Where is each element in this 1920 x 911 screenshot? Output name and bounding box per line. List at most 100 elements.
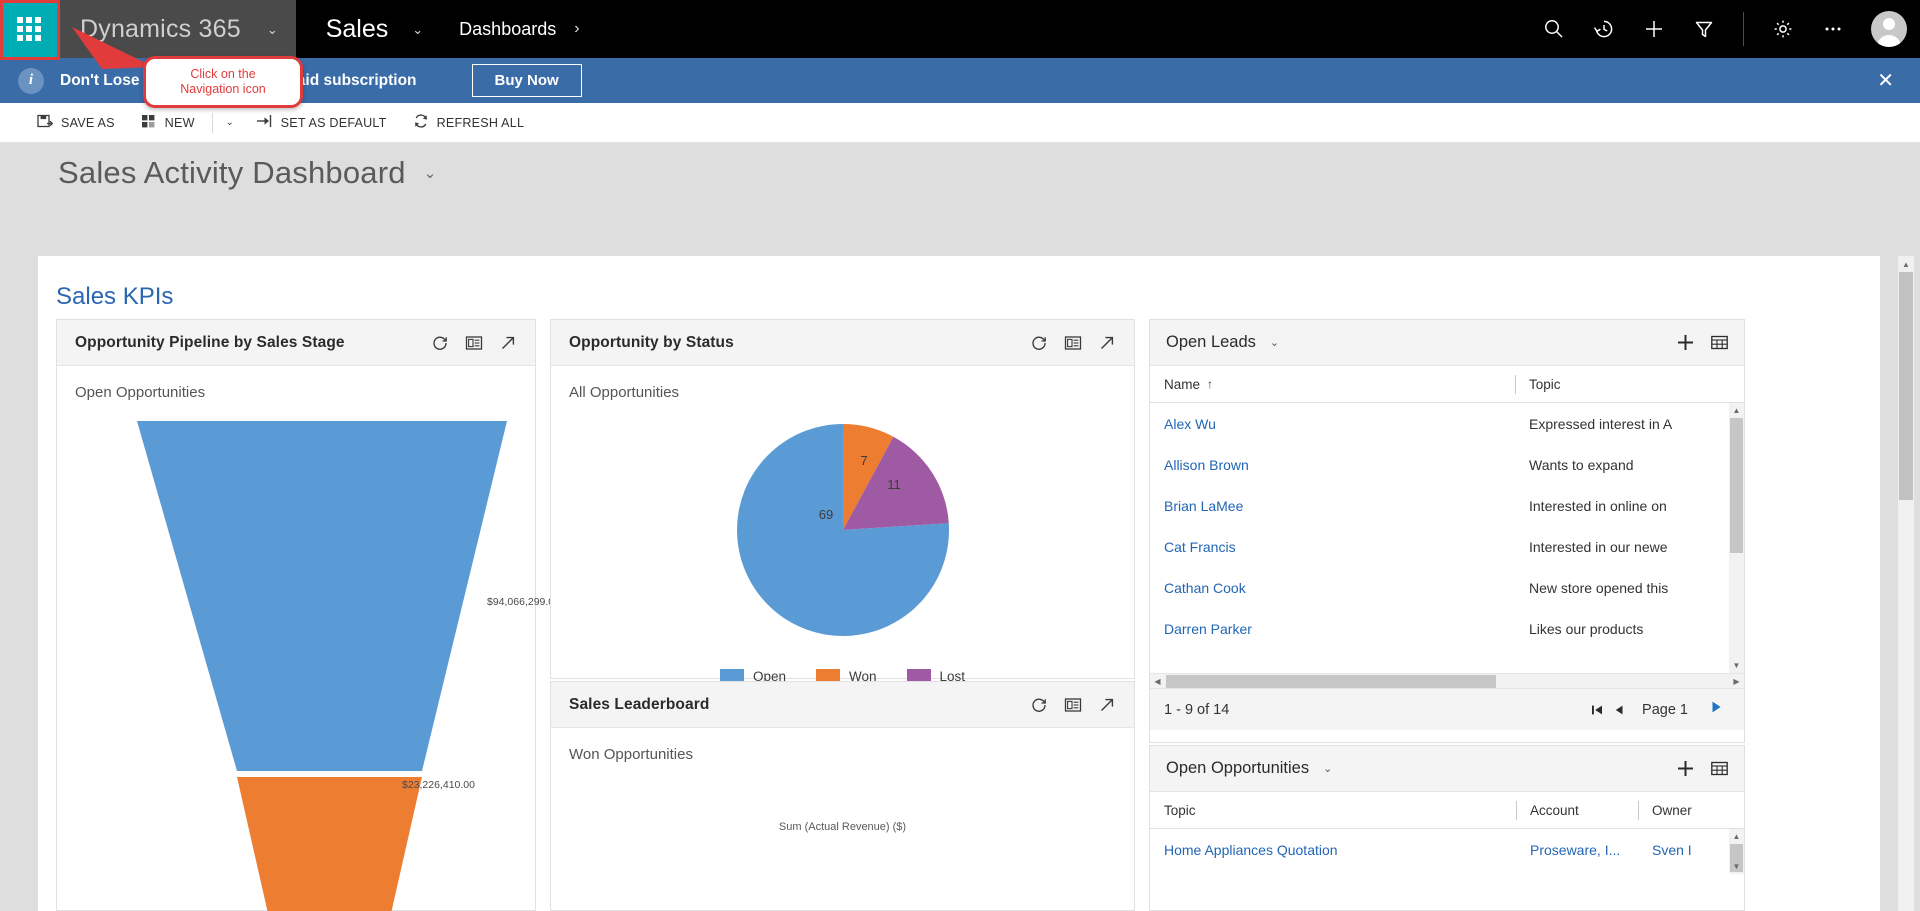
lead-name[interactable]: Cathan Cook [1150,580,1515,596]
app-chevron-down-icon[interactable]: ⌄ [412,23,423,36]
navigation-waffle-button[interactable] [0,0,58,58]
view-records-icon[interactable] [1056,326,1090,360]
scroll-left-icon[interactable]: ◀ [1150,674,1165,689]
open-grid-icon[interactable] [1702,326,1736,360]
refresh-icon[interactable] [1022,688,1056,722]
previous-page-icon[interactable] [1608,697,1630,723]
app-selector[interactable]: Sales ⌄ [296,0,445,58]
save-as-button[interactable]: SAVE AS [24,103,128,143]
set-as-default-button[interactable]: SET AS DEFAULT [243,103,400,143]
add-new-opportunity-icon[interactable] [1668,752,1702,786]
leads-view-chevron-down-icon[interactable]: ⌄ [1270,336,1279,349]
area-breadcrumb[interactable]: Dashboards › [445,19,579,40]
dashboard-vertical-scrollbar[interactable]: ▲ [1898,256,1914,911]
lead-topic: Interested in online on [1515,498,1729,514]
refresh-icon[interactable] [423,326,457,360]
column-header-owner[interactable]: Owner [1638,792,1744,828]
lead-name[interactable]: Brian LaMee [1150,498,1515,514]
expand-icon[interactable] [1090,688,1124,722]
quick-create-icon[interactable] [1629,0,1679,58]
expand-icon[interactable] [1090,326,1124,360]
top-navigation-bar: Dynamics 365 ⌄ Sales ⌄ Dashboards › [0,0,1920,58]
new-button[interactable]: NEW [128,103,208,143]
tile-title: Opportunity by Status [569,334,734,352]
next-page-icon[interactable] [1702,699,1730,720]
opps-rows: Home Appliances Quotation Proseware, I..… [1150,829,1744,874]
expand-icon[interactable] [491,326,525,360]
more-options-icon[interactable] [1808,0,1858,58]
table-row[interactable]: Home Appliances Quotation Proseware, I..… [1150,829,1744,870]
scroll-thumb[interactable] [1899,272,1913,500]
column-header-account[interactable]: Account [1516,792,1638,828]
opps-view-chevron-down-icon[interactable]: ⌄ [1323,762,1332,775]
table-row[interactable]: Alex Wu Expressed interest in A [1150,403,1744,444]
opportunity-account[interactable]: Proseware, I... [1516,842,1638,858]
scroll-down-icon[interactable]: ▼ [1729,658,1744,673]
pie-label-won: 7 [860,453,867,468]
search-icon[interactable] [1529,0,1579,58]
open-grid-icon[interactable] [1702,752,1736,786]
column-header-name-label: Name [1164,377,1200,392]
brand-chevron-down-icon[interactable]: ⌄ [267,23,278,36]
view-records-icon[interactable] [457,326,491,360]
column-header-topic[interactable]: Topic [1515,366,1744,402]
sort-ascending-icon: ↑ [1207,377,1213,391]
leads-horizontal-scrollbar[interactable]: ◀ ▶ [1150,673,1744,688]
scroll-right-icon[interactable]: ▶ [1729,674,1744,689]
scroll-up-icon[interactable]: ▲ [1729,403,1744,418]
settings-gear-icon[interactable] [1758,0,1808,58]
callout-line-2: Navigation icon [180,82,265,97]
tile-title: Opportunity Pipeline by Sales Stage [75,334,345,352]
new-label: NEW [165,116,195,130]
close-notification-icon[interactable]: ✕ [1869,71,1902,91]
new-chevron-down-icon[interactable]: ⌄ [217,103,243,143]
add-new-lead-icon[interactable] [1668,326,1702,360]
table-row[interactable]: Allison Brown Wants to expand [1150,444,1744,485]
scroll-up-icon[interactable]: ▲ [1729,829,1744,844]
dashboard-title-row[interactable]: Sales Activity Dashboard ⌄ [58,155,436,191]
pie-chart-svg: 69 7 11 [728,415,958,645]
column-header-topic[interactable]: Topic [1150,792,1516,828]
table-row[interactable]: Darren Parker Likes our products [1150,608,1744,649]
grid-title: Open Opportunities [1166,759,1309,778]
tile-subtitle: All Opportunities [551,366,1134,401]
column-header-name[interactable]: Name ↑ [1150,366,1515,402]
view-records-icon[interactable] [1056,688,1090,722]
table-row[interactable]: Cathan Cook New store opened this [1150,567,1744,608]
opportunity-topic[interactable]: Home Appliances Quotation [1150,842,1516,858]
scroll-thumb[interactable] [1730,418,1743,553]
opps-vertical-scrollbar[interactable]: ▲ ▼ [1729,829,1744,874]
column-header-topic-label: Topic [1164,803,1196,818]
buy-now-button[interactable]: Buy Now [472,64,582,97]
waffle-grid-icon [17,17,41,41]
area-chevron-right-icon[interactable]: › [574,20,579,38]
dashboard-chevron-down-icon[interactable]: ⌄ [424,164,437,182]
table-row[interactable]: Brian LaMee Interested in online on [1150,485,1744,526]
scroll-up-icon[interactable]: ▲ [1898,256,1914,272]
lead-name[interactable]: Cat Francis [1150,539,1515,555]
lead-name[interactable]: Darren Parker [1150,621,1515,637]
app-name: Sales [326,15,389,44]
tile-header: Opportunity by Status [551,320,1134,366]
refresh-all-button[interactable]: REFRESH ALL [400,103,538,143]
kpi-section-title: Sales KPIs [56,283,173,311]
pie-label-open: 69 [818,507,832,522]
column-header-topic-label: Topic [1529,377,1561,392]
lead-name[interactable]: Alex Wu [1150,416,1515,432]
brand-block[interactable]: Dynamics 365 ⌄ [58,0,296,58]
advanced-filter-icon[interactable] [1679,0,1729,58]
refresh-icon[interactable] [1022,326,1056,360]
scroll-down-icon[interactable]: ▼ [1729,859,1744,874]
lead-name[interactable]: Allison Brown [1150,457,1515,473]
leads-vertical-scrollbar[interactable]: ▲ ▼ [1729,403,1744,673]
user-avatar[interactable] [1858,0,1920,58]
left-gutter [0,256,38,911]
first-page-icon[interactable] [1586,697,1608,723]
scroll-thumb[interactable] [1166,675,1496,688]
table-row[interactable]: Cat Francis Interested in our newe [1150,526,1744,567]
opportunity-owner[interactable]: Sven I [1638,842,1728,858]
recent-history-icon[interactable] [1579,0,1629,58]
refresh-all-icon [413,113,429,132]
leaderboard-chart: Sum (Actual Revenue) ($) [551,763,1134,911]
tile-header: Sales Leaderboard [551,682,1134,728]
